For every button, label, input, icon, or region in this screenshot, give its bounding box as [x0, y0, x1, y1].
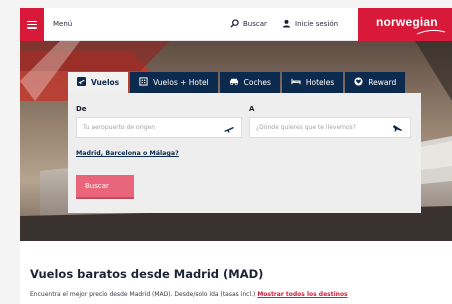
- reward-heart-icon: [354, 77, 363, 88]
- logo-swoosh-icon: [416, 29, 446, 35]
- login-link-label: Inicie sesión: [295, 20, 339, 28]
- plane-landing-icon: [392, 118, 404, 137]
- search-link-label: Buscar: [243, 20, 267, 28]
- tab-vuelos-hotel[interactable]: Vuelos + Hotel: [130, 72, 218, 93]
- to-field[interactable]: [249, 117, 411, 138]
- tab-hoteles-label: Hoteles: [305, 78, 335, 87]
- hamburger-menu-button[interactable]: [20, 8, 44, 41]
- plane-takeoff-icon: [223, 118, 235, 137]
- tab-reward-label: Reward: [368, 78, 397, 87]
- menu-label[interactable]: Menú: [53, 20, 72, 28]
- subtitle-text: Encuentra el mejor precio desde Madrid (…: [30, 291, 256, 298]
- quick-destinations-link[interactable]: Madrid, Barcelona o Málaga?: [76, 150, 179, 157]
- search-flights-button[interactable]: Buscar: [76, 175, 134, 199]
- bed-icon: [291, 77, 301, 88]
- user-icon: [282, 19, 291, 30]
- tab-vuelos-label: Vuelos: [91, 78, 120, 87]
- norwegian-logo[interactable]: norwegian: [358, 8, 452, 41]
- car-icon: [229, 77, 239, 88]
- from-label: De: [76, 105, 87, 113]
- show-all-destinations-link[interactable]: Mostrar todos los destinos: [257, 291, 347, 298]
- to-input[interactable]: [256, 124, 392, 131]
- page-title: Vuelos baratos desde Madrid (MAD): [30, 267, 264, 281]
- tab-vuelos[interactable]: Vuelos: [68, 72, 129, 93]
- tab-coches-label: Coches: [243, 78, 271, 87]
- tab-coches[interactable]: Coches: [219, 72, 280, 93]
- login-link[interactable]: Inicie sesión: [282, 17, 338, 31]
- tab-hoteles[interactable]: Hoteles: [281, 72, 344, 93]
- to-label: A: [249, 105, 255, 113]
- booking-tabs: Vuelos Vuelos + Hotel Coches Hoteles Rew…: [68, 72, 407, 93]
- plane-icon: [77, 77, 86, 88]
- search-icon: [230, 18, 239, 30]
- page-subtitle: Encuentra el mejor precio desde Madrid (…: [30, 291, 348, 298]
- from-field[interactable]: [76, 117, 242, 138]
- hamburger-icon: [27, 20, 37, 29]
- hotel-building-icon: [139, 77, 148, 88]
- web-page: Menú Buscar Inicie sesión norwegian Vuel…: [20, 8, 452, 304]
- from-input[interactable]: [83, 124, 223, 131]
- site-header: Menú Buscar Inicie sesión norwegian: [20, 8, 452, 41]
- logo-text: norwegian: [376, 15, 438, 29]
- flight-search-panel: De A Madrid, Barcelona o Málaga? Buscar: [68, 93, 421, 213]
- tab-vuelos-hotel-label: Vuelos + Hotel: [153, 78, 209, 87]
- search-link[interactable]: Buscar: [230, 17, 267, 31]
- tab-reward[interactable]: Reward: [345, 72, 406, 93]
